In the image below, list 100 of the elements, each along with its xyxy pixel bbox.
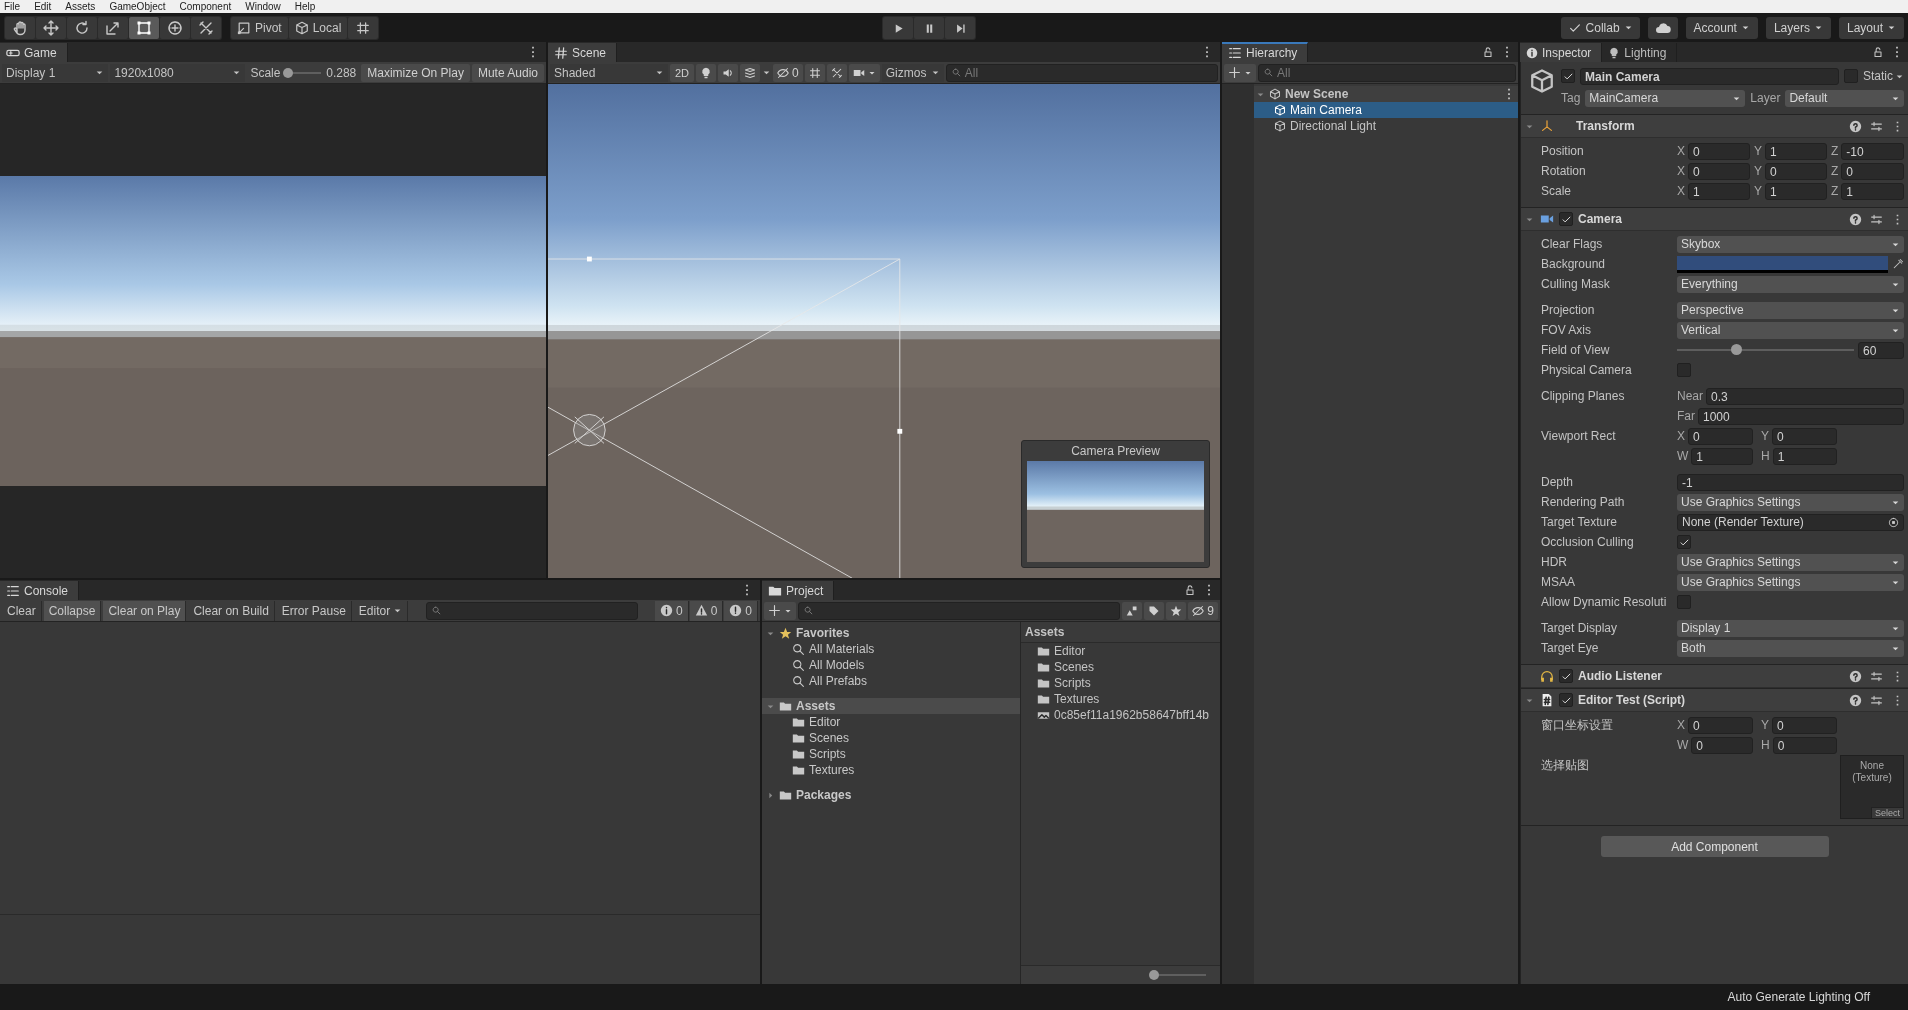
resolution-dropdown[interactable]: 1920x1080 [110, 63, 246, 82]
custom-tool-button[interactable] [191, 16, 221, 39]
panel-tab[interactable]: Project [762, 581, 835, 600]
checkbox[interactable] [1677, 535, 1691, 549]
slider[interactable] [1677, 343, 1854, 357]
dropdown[interactable]: Use Graphics Settings [1677, 493, 1904, 511]
visibility-toggle[interactable]: 0 [773, 63, 803, 82]
play-button[interactable] [883, 17, 913, 39]
number-field[interactable]: 0 [1688, 716, 1753, 734]
search-field[interactable] [426, 601, 639, 620]
menu-item[interactable]: GameObject [109, 0, 166, 13]
component-header[interactable]: Audio Listener [1521, 665, 1908, 688]
component-header[interactable]: Transform [1521, 115, 1908, 138]
number-field[interactable]: -10 [1841, 142, 1904, 160]
tree-item[interactable]: Scripts [762, 746, 1020, 762]
number-field[interactable]: 0 [1691, 736, 1753, 754]
filter-by-label-button[interactable] [1144, 601, 1165, 620]
menu-item[interactable]: Edit [34, 0, 52, 13]
dropdown[interactable]: Display 1 [1677, 619, 1904, 637]
tree-item[interactable]: All Models [762, 657, 1020, 673]
number-field[interactable]: 1 [1841, 182, 1904, 200]
panel-tab[interactable]: Console [0, 581, 80, 600]
gizmos-dropdown[interactable]: Gizmos [881, 63, 944, 82]
caret-icon[interactable] [762, 68, 772, 77]
panel-tab[interactable]: Lighting [1602, 43, 1678, 62]
number-field[interactable]: 0 [1841, 162, 1904, 180]
layer-dropdown[interactable]: Default [1785, 89, 1904, 107]
account-dropdown[interactable]: Account [1685, 16, 1758, 39]
create-button[interactable] [1224, 63, 1256, 82]
component-header[interactable]: Editor Test (Script) [1521, 689, 1908, 712]
number-field[interactable]: 1 [1772, 447, 1837, 465]
collab-dropdown[interactable]: Collab [1560, 16, 1640, 39]
number-field[interactable]: 0 [1772, 736, 1837, 754]
number-field[interactable]: 1 [1765, 142, 1827, 160]
hierarchy-item[interactable]: Main Camera [1254, 102, 1518, 118]
checkbox[interactable] [1677, 595, 1691, 609]
favorite-button[interactable] [1166, 601, 1187, 620]
eyedropper-icon[interactable] [1892, 258, 1904, 270]
dropdown[interactable]: Skybox [1677, 235, 1904, 253]
help-icon[interactable] [1849, 212, 1862, 226]
2d-toggle[interactable]: 2D [670, 63, 695, 82]
layers-dropdown[interactable]: Layers [1765, 16, 1831, 39]
lock-icon[interactable] [1482, 46, 1494, 58]
tree-item[interactable]: Packages [762, 787, 1020, 803]
dropdown[interactable]: Use Graphics Settings [1677, 573, 1904, 591]
tree-item[interactable]: All Materials [762, 641, 1020, 657]
rotate-tool-button[interactable] [67, 16, 97, 39]
number-field[interactable]: 0 [1688, 162, 1750, 180]
checkbox[interactable] [1559, 212, 1573, 226]
tree-item[interactable]: Favorites [762, 625, 1020, 641]
dropdown[interactable]: Perspective [1677, 301, 1904, 319]
shading-dropdown[interactable]: Shaded [550, 63, 668, 82]
toggle-button[interactable]: Mute Audio [471, 63, 544, 82]
presets-icon[interactable] [1870, 669, 1883, 683]
panel-tab[interactable]: Inspector [1520, 43, 1603, 62]
checkbox[interactable] [1677, 363, 1691, 377]
number-field[interactable]: 0 [1772, 427, 1837, 445]
toggle-button[interactable]: Maximize On Play [361, 63, 470, 82]
warning-count-toggle[interactable]: 0 [689, 600, 724, 621]
help-icon[interactable] [1849, 669, 1862, 683]
checkbox[interactable] [1559, 669, 1573, 683]
step-button[interactable] [945, 17, 975, 39]
camera-button[interactable] [848, 63, 880, 82]
filter-by-type-button[interactable] [1122, 601, 1143, 620]
number-field[interactable]: 0 [1772, 716, 1837, 734]
display-dropdown[interactable]: Display 1 [2, 63, 109, 82]
tree-item[interactable]: Scenes [762, 730, 1020, 746]
grid-toggle[interactable] [804, 63, 825, 82]
number-field[interactable]: 1 [1691, 447, 1753, 465]
object-field[interactable]: None (Render Texture) [1677, 513, 1904, 531]
rect-tool-button[interactable] [129, 16, 159, 39]
hierarchy-item[interactable]: Directional Light [1254, 118, 1518, 134]
checkbox[interactable] [1844, 69, 1858, 83]
grid-snap-button[interactable] [348, 16, 379, 39]
presets-icon[interactable] [1870, 693, 1883, 707]
scale-tool-button[interactable] [98, 16, 128, 39]
zoom-slider[interactable] [1151, 968, 1206, 982]
pause-button[interactable] [914, 17, 944, 39]
component-header[interactable]: Camera [1521, 208, 1908, 231]
dropdown[interactable]: Both [1677, 639, 1904, 657]
number-field[interactable]: 1 [1765, 182, 1827, 200]
menu-item[interactable]: Component [179, 0, 232, 13]
info-count-toggle[interactable]: 0 [654, 600, 689, 621]
lock-icon[interactable] [1872, 46, 1884, 58]
tree-item[interactable]: Textures [762, 762, 1020, 778]
tree-item[interactable]: All Prefabs [762, 673, 1020, 689]
lock-icon[interactable] [1184, 584, 1196, 596]
asset-item[interactable]: Scripts [1021, 675, 1220, 691]
add-component-button[interactable]: Add Component [1600, 836, 1829, 857]
transform-tool-button[interactable] [160, 16, 190, 39]
hidden-packages-toggle[interactable]: 9 [1188, 601, 1218, 620]
layout-dropdown[interactable]: Layout [1838, 16, 1904, 39]
light-toggle[interactable] [696, 63, 717, 82]
effects-toggle[interactable] [740, 63, 761, 82]
number-field[interactable]: 1 [1688, 182, 1750, 200]
search-field[interactable] [798, 601, 1121, 620]
static-dropdown[interactable]: Static [1863, 69, 1904, 83]
number-field[interactable]: 0 [1688, 427, 1753, 445]
name-field[interactable]: Main Camera [1580, 67, 1839, 85]
help-icon[interactable] [1849, 119, 1862, 133]
